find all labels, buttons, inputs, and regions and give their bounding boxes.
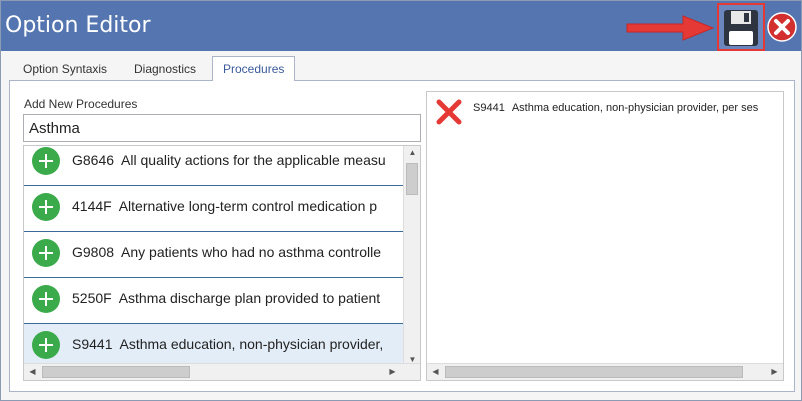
plus-circle-icon[interactable] [32,193,60,221]
procedure-code: G8646 [72,152,115,168]
scroll-right-icon[interactable]: ▶ [766,367,783,376]
plus-circle-icon[interactable] [32,147,60,175]
add-procedures-label: Add New Procedures [24,97,138,111]
tab-strip: Option Syntaxis Diagnostics Procedures [9,56,795,81]
selected-procedures-list: S9441 Asthma education, non-physician pro… [426,91,784,381]
red-arrow-icon [626,15,715,41]
list-item[interactable]: G9808 Any patients who had no asthma cont… [24,232,404,278]
scroll-thumb[interactable] [406,163,418,195]
scroll-thumb[interactable] [445,366,743,378]
window-title: Option Editor [5,13,151,38]
list-item[interactable]: S9441 Asthma education, non-physician pro… [427,92,783,132]
results-vertical-scrollbar[interactable]: ▲ ▼ [403,146,420,365]
procedure-desc: Any patients who had no asthma controlle [121,244,381,260]
floppy-disk-icon[interactable] [723,9,759,47]
procedure-desc: Asthma education, non-physician provider… [119,336,384,352]
procedures-panel: Add New Procedures G8646 All quality acti… [9,80,795,392]
procedure-code: 5250F [72,290,112,306]
procedure-desc: Asthma education, non-physician provider… [511,102,759,114]
list-item[interactable]: G8646 All quality actions for the applica… [24,146,404,186]
selected-horizontal-scrollbar[interactable]: ◀ ▶ [427,363,783,380]
procedure-desc: All quality actions for the applicable m… [121,152,386,168]
title-bar: Option Editor [1,1,801,51]
procedure-code: S9441 [473,102,505,114]
plus-circle-icon[interactable] [32,285,60,313]
procedure-results-list: G8646 All quality actions for the applica… [23,145,421,381]
close-circle-icon[interactable] [767,12,797,42]
scroll-left-icon[interactable]: ◀ [24,367,41,376]
scroll-right-icon[interactable]: ▶ [384,367,401,376]
remove-x-icon[interactable] [435,98,463,126]
save-button-highlight [717,3,765,51]
procedure-desc: Alternative long-term control medication… [118,198,378,214]
procedure-code: 4144F [72,198,112,214]
plus-circle-icon[interactable] [32,239,60,267]
tab-diagnostics[interactable]: Diagnostics [124,59,206,80]
option-editor-window: Option Editor Option Syntaxis Diagnostic… [0,0,802,401]
list-item[interactable]: 4144F Alternative long-term control medic… [24,186,404,232]
results-horizontal-scrollbar[interactable]: ◀ ▶ [24,363,420,380]
scroll-left-icon[interactable]: ◀ [427,367,444,376]
tab-procedures[interactable]: Procedures [212,56,296,81]
procedure-search-input[interactable] [23,114,421,142]
list-item[interactable]: 5250F Asthma discharge plan provided to p… [24,278,404,324]
scroll-thumb[interactable] [42,366,190,378]
procedure-code: S9441 [72,336,113,352]
scroll-up-icon[interactable]: ▲ [404,148,420,157]
editor-content: Option Syntaxis Diagnostics Procedures A… [9,56,795,394]
plus-circle-icon[interactable] [32,331,60,359]
procedure-code: G9808 [72,244,115,260]
tab-option-syntaxis[interactable]: Option Syntaxis [13,59,117,80]
procedure-desc: Asthma discharge plan provided to patien… [118,290,381,306]
